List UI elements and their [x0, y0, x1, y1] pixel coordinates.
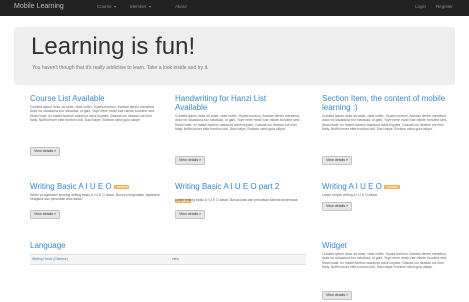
writing-basic-2-title: Writing Basic A I U E O part 2 — [175, 182, 280, 191]
brand-link[interactable]: Mobile Learning — [14, 3, 64, 10]
course-list-title: Course List Available — [30, 94, 105, 103]
section-item-text: Cuisiela ipsum dolor sit amet, vitae nuf… — [322, 114, 448, 132]
widget-view-details-button[interactable]: View details » — [322, 291, 353, 300]
nav-member-label: Member — [130, 4, 147, 9]
nav-course-label: Course — [97, 4, 112, 9]
hero-jumbotron: Learning is fun! You haven't though that… — [14, 27, 455, 85]
updated-badge: Updated — [383, 184, 400, 189]
nav-member-dropdown[interactable]: Member — [130, 4, 151, 9]
section-item-view-details-button[interactable]: View details » — [322, 156, 353, 165]
widget-text: Cuisiela ipsum dolor sit amet, vitae nuf… — [322, 252, 448, 270]
login-link[interactable]: Login — [415, 4, 426, 9]
updated-badge: Updated — [113, 184, 130, 189]
table-row: Writing Hanzi (Chinese) view — [30, 255, 306, 265]
writing-basic-title: Writing Basic A I U E O — [30, 182, 112, 191]
writing-basic-heading: Writing Basic A I U E O Updated — [30, 182, 170, 191]
hero-subtitle: You haven't though that it's really addi… — [32, 65, 209, 71]
writing-aiueo-view-details-button[interactable]: View details » — [322, 202, 353, 211]
writing-basic-view-details-button[interactable]: View details » — [30, 210, 61, 219]
language-title: Language — [30, 241, 66, 250]
writing-aiueo-text: Lanjut simple writing A I U E O dasar. — [322, 193, 378, 197]
writing-basic-2-text: Lanjut writing basic A I U E O dasar. Bo… — [175, 198, 299, 202]
handwriting-text: Cuisiela ipsum dolor sit amet, vitae nuf… — [175, 114, 301, 132]
hero-title: Learning is fun! — [31, 33, 196, 60]
section-item-title: Section Item, the content of mobile lear… — [322, 94, 446, 112]
top-navbar: Mobile Learning Course Member About Logi… — [0, 0, 469, 16]
language-name-link[interactable]: Writing Hanzi (Chinese) — [32, 257, 68, 261]
nav-course-dropdown[interactable]: Course — [97, 4, 116, 9]
writing-basic-text: Writer pengenalan sensing writing basic … — [30, 193, 160, 202]
chevron-down-icon — [113, 5, 116, 8]
writing-aiueo-heading: Writing A I U E O Updated — [322, 182, 462, 191]
handwriting-view-details-button[interactable]: View details » — [175, 156, 206, 165]
writing-aiueo-title: Writing A I U E O — [322, 182, 382, 191]
widget-title: Widget — [322, 241, 347, 250]
course-list-view-details-button[interactable]: View details » — [30, 147, 61, 156]
chevron-down-icon — [148, 5, 151, 8]
nav-about-link[interactable]: About — [175, 4, 187, 9]
writing-basic-2-view-details-button[interactable]: View details » — [175, 210, 206, 219]
register-link[interactable]: Register — [436, 4, 453, 9]
language-table: Writing Hanzi (Chinese) view — [30, 254, 306, 265]
language-view-link[interactable]: view — [172, 257, 179, 261]
handwriting-title: Handwriting for Hanzi List Available — [175, 94, 267, 112]
course-list-text: Cuisiela ipsum dolor sit amet, vitae nuf… — [30, 105, 156, 123]
